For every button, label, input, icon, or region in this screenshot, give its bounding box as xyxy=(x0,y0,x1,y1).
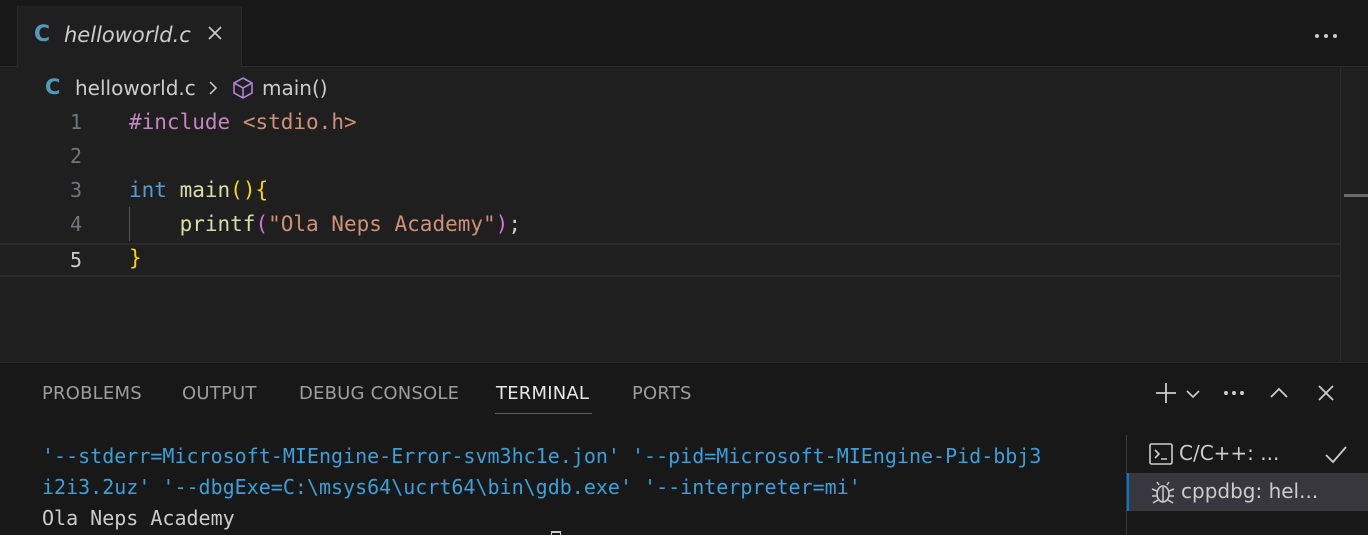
tab-ports[interactable]: PORTS xyxy=(632,383,692,404)
scroll-position-marker xyxy=(1344,194,1368,197)
line-number: 2 xyxy=(69,144,82,168)
tab-output[interactable]: OUTPUT xyxy=(182,383,257,404)
terminal-instance-list: C/C++: ... cppdbg: hel... xyxy=(1126,435,1368,535)
line-number: 3 xyxy=(69,178,82,202)
close-icon[interactable] xyxy=(1312,379,1340,407)
indent-guide xyxy=(129,207,130,241)
terminal-instance-item[interactable]: C/C++: ... xyxy=(1127,435,1368,473)
bottom-panel: PROBLEMS OUTPUT DEBUG CONSOLE TERMINAL P… xyxy=(0,362,1368,535)
maximize-panel-icon[interactable] xyxy=(1265,379,1293,407)
tab-title: helloworld.c xyxy=(64,23,191,47)
tab-terminal[interactable]: TERMINAL xyxy=(496,383,589,404)
editor-tab-bar: C helloworld.c xyxy=(0,6,1368,67)
terminal-line: '--stderr=Microsoft-MIEngine-Error-svm3h… xyxy=(42,444,1042,468)
tab-problems[interactable]: PROBLEMS xyxy=(42,383,142,404)
terminal-instance-label: cppdbg: hel... xyxy=(1181,479,1319,503)
code-text: #include <stdio.h> xyxy=(129,110,357,134)
check-icon xyxy=(1323,441,1349,467)
breadcrumb: C helloworld.c main() xyxy=(0,67,1340,107)
terminal-line: i2i3.2uz' '--dbgExe=C:\msys64\ucrt64\bin… xyxy=(42,475,861,499)
debug-icon xyxy=(1149,478,1177,506)
editor-tab-helloworld[interactable]: C helloworld.c xyxy=(17,6,242,67)
more-actions-icon[interactable] xyxy=(1220,379,1248,407)
terminal-cursor xyxy=(551,531,561,535)
close-icon[interactable] xyxy=(202,20,228,46)
code-line: 3 int main(){ xyxy=(0,175,1340,209)
line-number: 5 xyxy=(69,248,82,272)
terminal-output[interactable]: '--stderr=Microsoft-MIEngine-Error-svm3h… xyxy=(42,441,1127,534)
tab-debug-console[interactable]: DEBUG CONSOLE xyxy=(299,383,459,404)
more-actions-icon[interactable] xyxy=(1306,24,1346,48)
breadcrumb-file[interactable]: helloworld.c xyxy=(75,76,196,100)
code-text: int main(){ xyxy=(129,178,269,202)
terminal-line: Ola Neps Academy xyxy=(42,506,235,530)
code-line: 1 #include <stdio.h> xyxy=(0,107,1340,141)
code-editor[interactable]: 1 #include <stdio.h> 2 3 int main(){ 4 p… xyxy=(0,107,1340,362)
line-number: 4 xyxy=(69,212,82,236)
active-tab-indicator xyxy=(495,413,592,414)
code-text: printf("Ola Neps Academy"); xyxy=(179,212,521,236)
code-line-current: 5 } xyxy=(0,243,1340,277)
symbol-method-icon xyxy=(230,75,256,101)
editor-scrollbar[interactable] xyxy=(1340,67,1368,363)
terminal-instance-label: C/C++: ... xyxy=(1179,441,1280,465)
code-line: 4 printf("Ola Neps Academy"); xyxy=(0,209,1340,243)
terminal-icon xyxy=(1147,440,1175,468)
c-file-icon: C xyxy=(34,22,51,47)
add-terminal-icon[interactable] xyxy=(1152,379,1180,407)
terminal-instance-item-selected[interactable]: cppdbg: hel... xyxy=(1127,473,1368,511)
chevron-down-icon[interactable] xyxy=(1184,379,1202,407)
code-line: 2 xyxy=(0,141,1340,175)
code-text: } xyxy=(129,246,142,270)
chevron-right-icon xyxy=(206,79,220,97)
breadcrumb-symbol[interactable]: main() xyxy=(262,76,328,100)
line-number: 1 xyxy=(69,110,82,134)
c-file-icon: C xyxy=(45,75,61,99)
